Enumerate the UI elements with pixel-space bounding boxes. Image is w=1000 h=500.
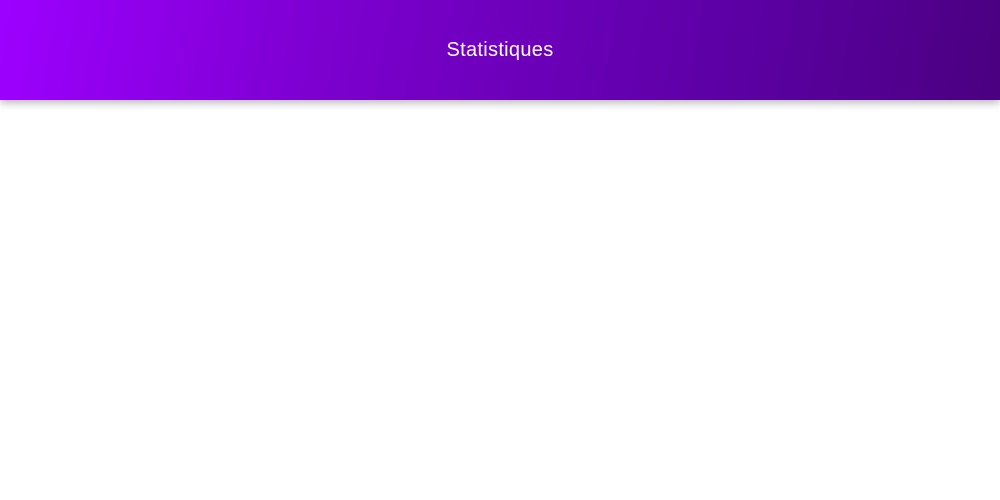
app-window: Statistiques — [0, 0, 1000, 500]
main-content-area — [0, 100, 1000, 500]
page-title: Statistiques — [446, 39, 554, 61]
page-header: Statistiques — [0, 0, 1000, 100]
